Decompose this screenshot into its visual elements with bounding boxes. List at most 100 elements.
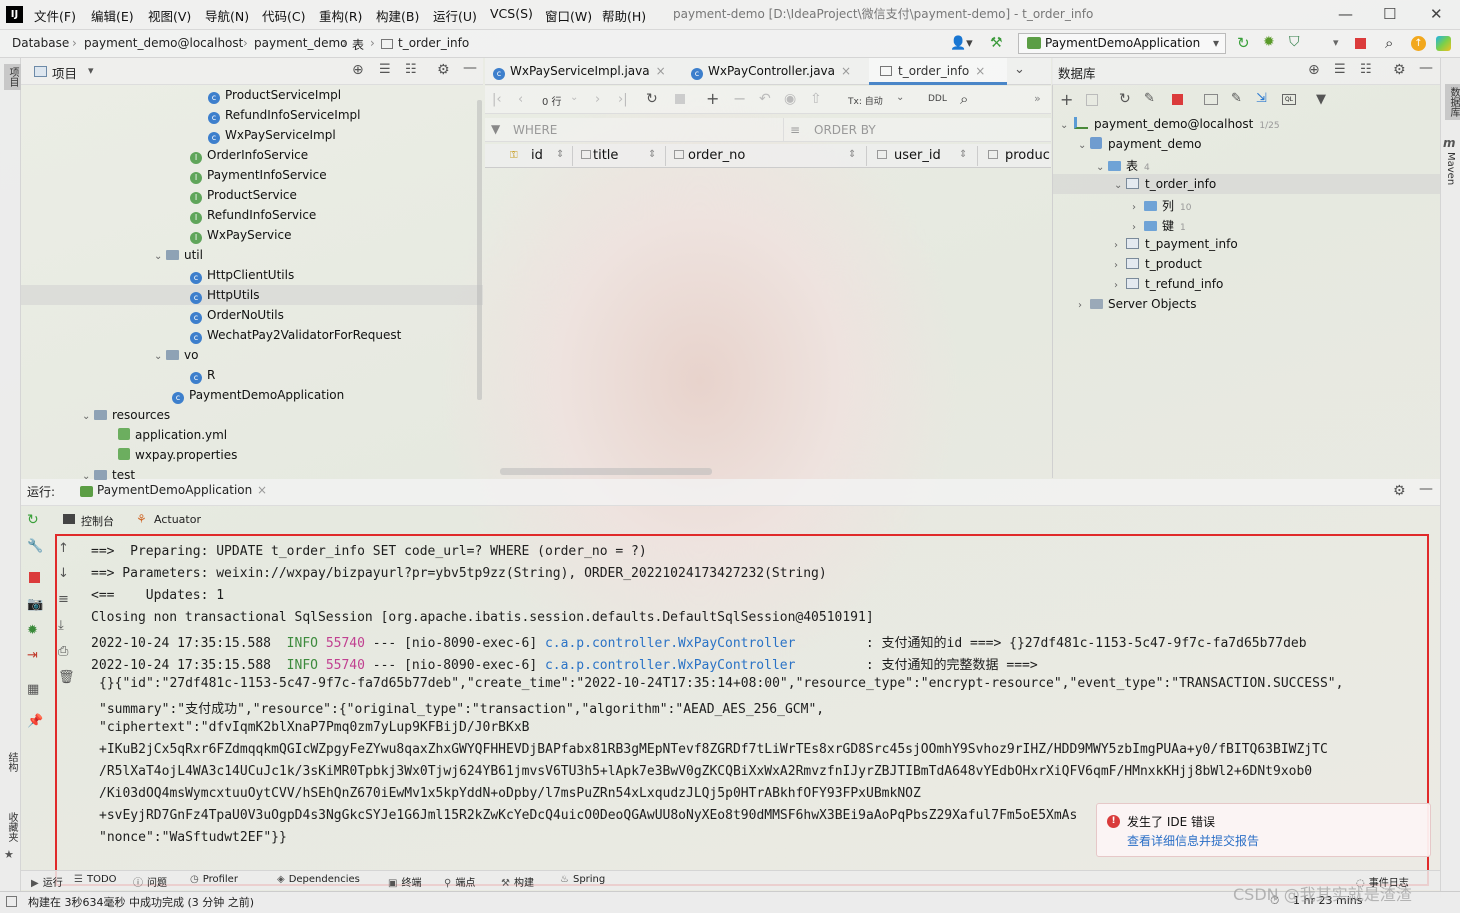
project-tree-item[interactable]: cR	[190, 368, 215, 384]
next-page-icon[interactable]: ›	[595, 92, 600, 107]
db-tree-node[interactable]: › 列 10	[1132, 197, 1191, 214]
menu-item[interactable]: 视图(V)	[148, 6, 191, 25]
expand-arrow-icon[interactable]: ›	[1078, 300, 1090, 311]
prev-page-icon[interactable]: ‹	[518, 92, 523, 107]
close-tab-icon[interactable]: ×	[841, 64, 851, 78]
project-tree-item[interactable]: c ProductServiceImpl	[208, 88, 341, 104]
project-tree-item[interactable]: I RefundInfoService	[190, 208, 316, 224]
bottom-tab[interactable]: ⚒ 构建	[501, 874, 534, 889]
project-tree-item[interactable]: I OrderInfoService	[190, 148, 308, 164]
collapse-all-icon[interactable]: ☷	[405, 62, 417, 77]
reload-icon[interactable]: ↻	[646, 91, 658, 107]
menu-item[interactable]: 代码(C)	[262, 6, 305, 25]
update-icon[interactable]: ↑	[1411, 36, 1426, 51]
project-tree-item[interactable]: c HttpUtils	[190, 288, 259, 304]
run-tab-label[interactable]: PaymentDemoApplication	[97, 483, 252, 497]
expand-arrow-icon[interactable]: ›	[1114, 280, 1126, 291]
project-tree-item[interactable]: c OrderNoUtils	[190, 308, 284, 324]
project-tree-item[interactable]: c WechatPay2ValidatorForRequest	[190, 328, 401, 344]
project-tree-item[interactable]: c HttpClientUtils	[190, 268, 294, 284]
hide-panel-icon[interactable]: —	[1419, 60, 1433, 76]
locate-icon[interactable]: ⊕	[1308, 62, 1320, 78]
menu-item[interactable]: 窗口(W)	[545, 6, 592, 25]
menu-item[interactable]: 导航(N)	[205, 6, 249, 25]
bottom-tab[interactable]: ◷ Profiler	[190, 874, 238, 885]
menu-item[interactable]: 文件(F)	[34, 6, 76, 25]
breadcrumb-table[interactable]: t_order_info	[398, 36, 469, 50]
wrench-icon[interactable]: 🔧	[27, 539, 43, 554]
search-icon[interactable]: ⌕	[1385, 34, 1393, 52]
column-header-order-no[interactable]: order_no	[688, 148, 745, 163]
breadcrumb-datasource[interactable]: payment_demo@localhost	[84, 36, 243, 50]
expand-arrow-icon[interactable]: ›	[1114, 260, 1126, 271]
log-logger[interactable]: c.a.p.controller.WxPayController	[545, 658, 795, 673]
sql-console-icon[interactable]: QL	[1282, 94, 1296, 105]
revert-icon[interactable]: ↶	[759, 91, 771, 107]
gear-icon[interactable]: ⚙	[1393, 62, 1406, 78]
menu-item[interactable]: VCS(S)	[490, 6, 533, 21]
menu-item[interactable]: 运行(U)	[433, 6, 477, 25]
rerun-icon[interactable]: ↻	[27, 512, 39, 528]
pin-icon[interactable]: 📌	[27, 714, 43, 729]
column-header-product[interactable]: produc	[1005, 148, 1050, 163]
filter-icon[interactable]: ▼	[1316, 92, 1326, 107]
tab-wxpayserviceimpl[interactable]: c WxPayServiceImpl.java ×	[493, 64, 666, 80]
edit-icon[interactable]: ✎	[1231, 91, 1242, 106]
expand-arrow-icon[interactable]: ⌄	[1060, 120, 1072, 131]
db-tree-node[interactable]: ⌄ payment_demo	[1078, 137, 1202, 151]
copy-icon[interactable]	[1086, 94, 1098, 106]
expand-arrow-icon[interactable]: ⌄	[1078, 140, 1090, 151]
column-header-user-id[interactable]: user_id	[894, 148, 941, 163]
jump-icon[interactable]: ⇲	[1256, 91, 1267, 106]
tab-list-icon[interactable]: ⌄	[1014, 62, 1025, 77]
menu-item[interactable]: 帮助(H)	[602, 6, 646, 25]
close-tab-icon[interactable]: ×	[975, 64, 985, 78]
db-tree-node[interactable]: ⌄ 表 4	[1096, 157, 1150, 174]
project-tree-item[interactable]: I ProductService	[190, 188, 297, 204]
toolbox-icon[interactable]	[1436, 36, 1451, 51]
project-tree-item[interactable]: ⌄ test	[82, 468, 135, 482]
expand-arrow-icon[interactable]: ⌄	[1096, 162, 1108, 173]
bottom-tab[interactable]: ♨ Spring	[560, 874, 605, 885]
actuator-tab[interactable]: Actuator	[154, 513, 201, 526]
tab-wxpaycontroller[interactable]: c WxPayController.java ×	[691, 64, 851, 80]
debug-icon[interactable]: ✹	[1263, 34, 1275, 50]
db-tree-node[interactable]: › Server Objects	[1078, 297, 1197, 311]
stop-icon[interactable]	[29, 572, 40, 583]
status-message[interactable]: 构建在 3秒634毫秒 中成功完成 (3 分钟 之前)	[28, 894, 254, 910]
notification-link[interactable]: 查看详细信息并提交报告	[1127, 832, 1259, 849]
close-tab-icon[interactable]: ×	[656, 64, 666, 78]
project-tree-item[interactable]: I WxPayService	[190, 228, 291, 244]
expand-arrow-icon[interactable]: ›	[1132, 202, 1144, 213]
db-tree-node[interactable]: › t_product	[1114, 257, 1202, 271]
layout-icon[interactable]: ▦	[27, 682, 39, 697]
refresh-icon[interactable]: ↻	[1119, 91, 1131, 107]
expand-arrow-icon[interactable]: ⌄	[82, 471, 94, 482]
db-tree-node[interactable]: › t_refund_info	[1114, 277, 1223, 291]
project-tree-item[interactable]: I PaymentInfoService	[190, 168, 327, 184]
close-icon[interactable]: ✕	[1430, 5, 1443, 23]
coverage-icon[interactable]: ⛉	[1289, 34, 1300, 50]
expand-arrow-icon[interactable]: ›	[1132, 222, 1144, 233]
locate-icon[interactable]: ⊕	[352, 62, 364, 78]
horizontal-scrollbar[interactable]	[500, 468, 712, 475]
project-scrollbar[interactable]	[477, 100, 482, 400]
project-tree-item[interactable]: application.yml	[118, 428, 227, 442]
exit-icon[interactable]: ⇥	[27, 648, 38, 663]
maven-tool-tab[interactable]: Maven	[1445, 152, 1456, 185]
add-datasource-icon[interactable]: +	[1060, 90, 1073, 109]
bottom-tab[interactable]: ▶ 运行	[31, 874, 63, 889]
tx-mode[interactable]: Tx: 自动	[848, 94, 883, 107]
more-toolbar-icon[interactable]: »	[1034, 92, 1041, 105]
project-panel-title[interactable]: 项目	[52, 63, 77, 82]
bottom-tab[interactable]: ◌ 事件日志	[1356, 874, 1409, 889]
stop-icon[interactable]	[1172, 94, 1183, 105]
console-tab[interactable]: 控制台	[81, 513, 114, 529]
submit-icon[interactable]: ⇧	[810, 91, 822, 107]
search-icon[interactable]: ⌕	[960, 90, 968, 108]
chevron-down-icon[interactable]: ▾	[88, 64, 94, 77]
bottom-tab[interactable]: ⓘ 问题	[133, 874, 167, 889]
project-tree-item[interactable]: c RefundInfoServiceImpl	[208, 108, 360, 124]
properties-icon[interactable]: ✎	[1144, 91, 1155, 106]
expand-arrow-icon[interactable]: ›	[1114, 240, 1126, 251]
